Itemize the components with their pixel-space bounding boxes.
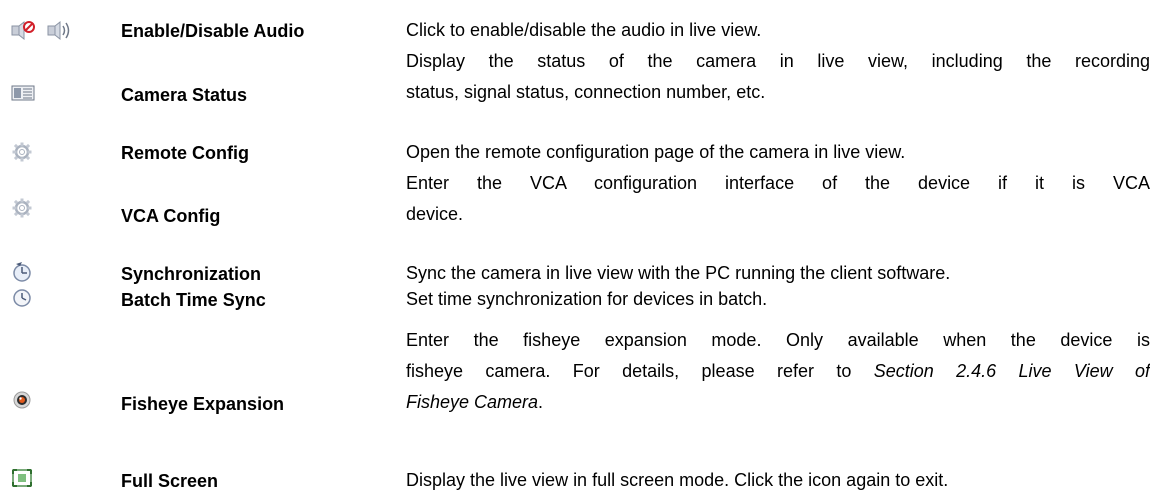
section-reference-continued: Fisheye Camera — [406, 392, 539, 412]
full-screen-icon — [10, 468, 36, 488]
feature-description: Display the status of the camera in live… — [406, 51, 1150, 102]
feature-name: Full Screen — [121, 471, 219, 491]
feature-description: Enter the fisheye expansion mode. Only a… — [406, 330, 1150, 412]
feature-name: Enable/Disable Audio — [121, 21, 305, 41]
feature-description: Click to enable/disable the audio in liv… — [406, 20, 762, 40]
feature-name: Batch Time Sync — [121, 290, 266, 310]
feature-description: Set time synchronization for devices in … — [406, 289, 768, 309]
feature-name: VCA Config — [121, 206, 221, 226]
audio-disable-icon — [10, 20, 36, 40]
feature-description: Display the live view in full screen mod… — [406, 470, 949, 490]
fisheye-expansion-icon — [10, 390, 36, 410]
feature-name: Fisheye Expansion — [121, 394, 285, 414]
feature-name: Remote Config — [121, 143, 249, 163]
feature-description: Enter the VCA configuration interface of… — [406, 173, 1150, 224]
vca-config-gear-icon — [10, 198, 36, 218]
camera-status-icon — [10, 83, 36, 103]
synchronization-clock-icon — [10, 262, 36, 282]
feature-description: Open the remote configuration page of th… — [406, 142, 906, 162]
remote-config-gear-icon — [10, 142, 36, 162]
audio-enable-icon — [46, 20, 72, 40]
batch-time-sync-clock-icon — [10, 288, 36, 308]
feature-name: Camera Status — [121, 85, 248, 105]
section-reference: Section 2.4.6 Live View of — [873, 361, 1150, 381]
feature-name: Synchronization — [121, 264, 262, 284]
